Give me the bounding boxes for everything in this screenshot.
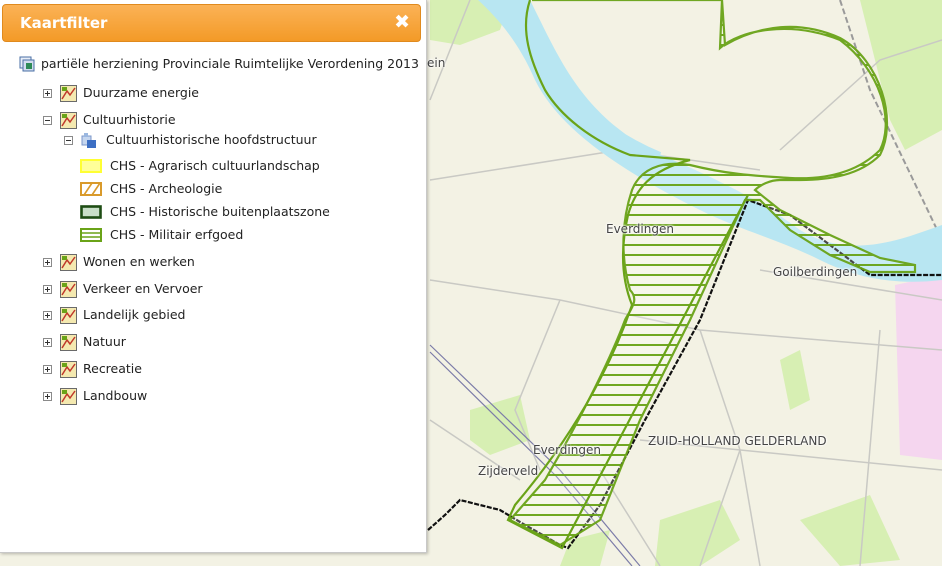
map-label-everdingen-south: Everdingen: [533, 443, 601, 457]
root-layer-label: partiële herziening Provinciale Ruimteli…: [41, 56, 419, 71]
layer-recreatie[interactable]: Recreatie: [43, 359, 142, 379]
map-label-province-border: ZUID-HOLLAND GELDERLAND: [648, 434, 827, 448]
map-layer-icon: [60, 253, 77, 271]
layer-label: Landelijk gebied: [83, 307, 186, 322]
legend-item-archeologie[interactable]: CHS - Archeologie: [80, 179, 222, 199]
map-layer-icon: [60, 387, 77, 405]
layer-natuur[interactable]: Natuur: [43, 332, 126, 352]
legend-label: CHS - Militair erfgoed: [110, 227, 244, 242]
expand-icon[interactable]: [43, 391, 52, 401]
dark-green-outline-swatch-icon: [80, 205, 102, 219]
map-layer-icon: [60, 333, 77, 351]
layer-label: Wonen en werken: [83, 254, 195, 269]
expand-icon[interactable]: [43, 337, 52, 347]
root-layer[interactable]: partiële herziening Provinciale Ruimteli…: [19, 54, 419, 74]
map-label-goilberdingen: Goilberdingen: [773, 265, 858, 279]
layer-verkeer-en-vervoer[interactable]: Verkeer en Vervoer: [43, 279, 203, 299]
legend-item-buitenplaatszone[interactable]: CHS - Historische buitenplaatszone: [80, 202, 330, 222]
layer-label: Natuur: [83, 334, 126, 349]
legend-label: CHS - Archeologie: [110, 181, 223, 196]
urban-area: [895, 275, 942, 460]
layer-label: Cultuurhistorie: [83, 112, 176, 127]
collapse-icon[interactable]: [43, 115, 52, 125]
map-layer-icon: [60, 280, 77, 298]
layer-group-icon: [81, 132, 96, 148]
layer-group-icon: [19, 56, 35, 71]
layer-label: Landbouw: [83, 388, 148, 403]
layer-landelijk-gebied[interactable]: Landelijk gebied: [43, 305, 185, 325]
panel-header: Kaartfilter ✖: [2, 4, 421, 42]
map-label-ein: ein: [427, 56, 446, 70]
expand-icon[interactable]: [43, 284, 52, 294]
expand-icon[interactable]: [43, 310, 52, 320]
orange-diagonal-swatch-icon: [80, 182, 102, 196]
panel-title: Kaartfilter: [20, 14, 108, 32]
legend-label: CHS - Agrarisch cultuurlandschap: [110, 158, 320, 173]
sublayer-label: Cultuurhistorische hoofdstructuur: [106, 132, 317, 147]
map-layer-icon: [60, 111, 77, 129]
map-layer-icon: [60, 306, 77, 324]
legend-label: CHS - Historische buitenplaatszone: [110, 204, 330, 219]
sublayer-cultuurhistorische-hoofdstructuur[interactable]: Cultuurhistorische hoofdstructuur: [64, 130, 317, 150]
layer-label: Recreatie: [83, 361, 142, 376]
close-icon[interactable]: ✖: [394, 11, 410, 33]
expand-icon[interactable]: [43, 364, 52, 374]
green-horizontal-swatch-icon: [80, 228, 102, 242]
legend-item-agrarisch[interactable]: CHS - Agrarisch cultuurlandschap: [80, 156, 320, 176]
kaartfilter-panel: Kaartfilter ✖ partiële herziening Provin…: [0, 0, 427, 553]
yellow-fill-swatch-icon: [80, 159, 102, 173]
map-label-everdingen-north: Everdingen: [606, 222, 674, 236]
layer-label: Verkeer en Vervoer: [83, 281, 203, 296]
layer-cultuurhistorie[interactable]: Cultuurhistorie: [43, 110, 176, 130]
map-layer-icon: [60, 84, 77, 102]
layer-label: Duurzame energie: [83, 85, 199, 100]
collapse-icon[interactable]: [64, 135, 73, 145]
layer-wonen-en-werken[interactable]: Wonen en werken: [43, 252, 195, 272]
layer-duurzame-energie[interactable]: Duurzame energie: [43, 83, 199, 103]
map-layer-icon: [60, 360, 77, 378]
expand-icon[interactable]: [43, 88, 52, 98]
map-label-zijderveld: Zijderveld: [478, 464, 539, 478]
legend-item-militair-erfgoed[interactable]: CHS - Militair erfgoed: [80, 225, 243, 245]
expand-icon[interactable]: [43, 257, 52, 267]
layer-landbouw[interactable]: Landbouw: [43, 386, 147, 406]
